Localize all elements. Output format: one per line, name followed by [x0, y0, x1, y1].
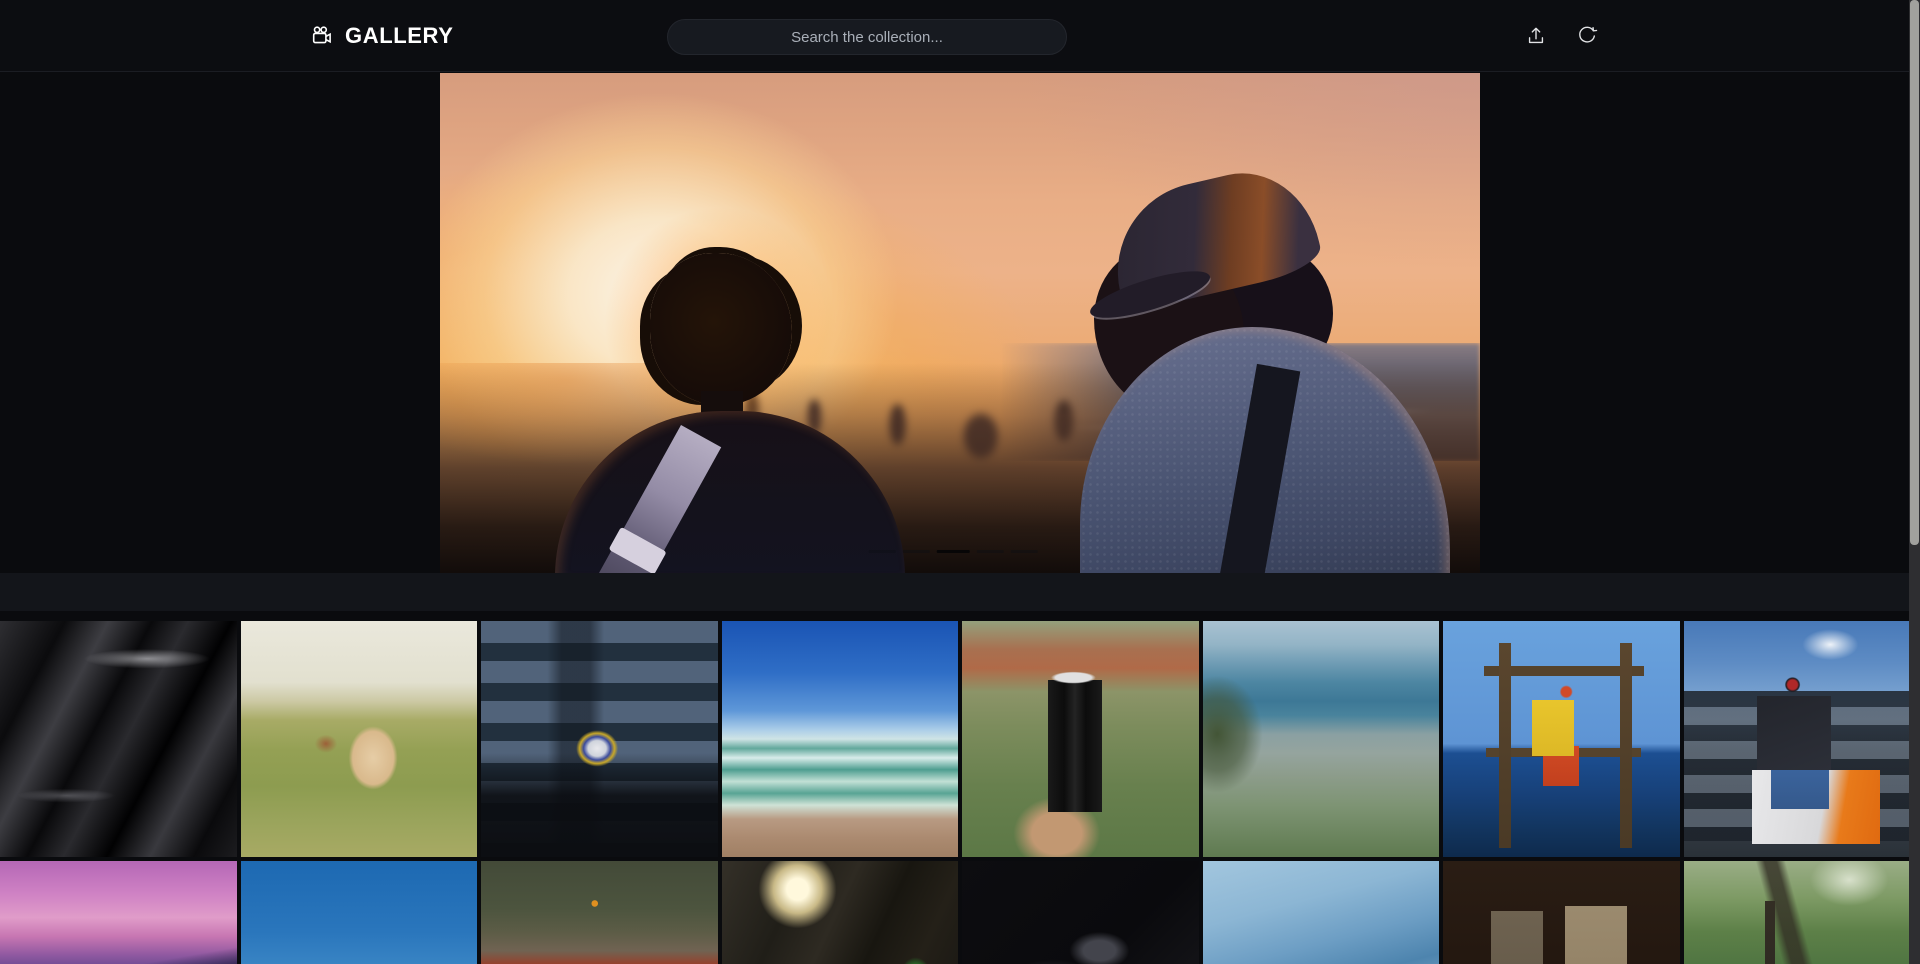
refresh-icon — [1576, 25, 1598, 47]
gallery-thumbnail[interactable] — [0, 861, 237, 964]
gallery-thumbnail[interactable] — [0, 621, 237, 857]
hero-person-right-silhouette — [1080, 188, 1450, 573]
gallery-thumbnail[interactable] — [481, 861, 718, 964]
app-logo: GALLERY — [308, 0, 454, 72]
person-left-body — [555, 411, 905, 573]
gallery-thumbnail[interactable] — [1203, 621, 1440, 857]
person-left-head — [650, 253, 792, 405]
carousel-dots — [869, 550, 1038, 553]
gallery-thumbnail[interactable] — [1684, 861, 1920, 964]
gallery-thumbnail[interactable] — [241, 861, 478, 964]
hero-carousel-section — [0, 73, 1920, 573]
hero-image[interactable] — [440, 73, 1480, 573]
scrollbar[interactable] — [1909, 0, 1920, 964]
refresh-button[interactable] — [1567, 16, 1607, 56]
carousel-dot[interactable] — [977, 550, 1004, 553]
gallery-thumbnail[interactable] — [962, 621, 1199, 857]
search-input[interactable] — [667, 19, 1067, 55]
share-upload-icon — [1525, 25, 1547, 47]
gallery-thumbnail[interactable] — [481, 621, 718, 857]
carousel-dot[interactable] — [1011, 550, 1038, 553]
hero-person-left-silhouette — [555, 93, 905, 573]
section-divider-band — [0, 573, 1920, 611]
carousel-dot[interactable] — [937, 550, 970, 553]
app-header: GALLERY — [0, 0, 1920, 72]
scrollbar-thumb[interactable] — [1910, 0, 1919, 545]
gallery-thumbnail[interactable] — [241, 621, 478, 857]
thumbnail-grid — [0, 621, 1920, 964]
gallery-thumbnail[interactable] — [1684, 621, 1920, 857]
gallery-thumbnail[interactable] — [962, 861, 1199, 964]
carousel-dot[interactable] — [903, 550, 930, 553]
movie-camera-icon — [308, 24, 335, 48]
gallery-thumbnail[interactable] — [1203, 861, 1440, 964]
share-upload-button[interactable] — [1516, 16, 1556, 56]
page-title: GALLERY — [345, 23, 454, 49]
gallery-thumbnail[interactable] — [722, 621, 959, 857]
gallery-thumbnail[interactable] — [1443, 621, 1680, 857]
gallery-thumbnail[interactable] — [722, 861, 959, 964]
gallery-thumbnail[interactable] — [1443, 861, 1680, 964]
carousel-dot[interactable] — [869, 550, 896, 553]
